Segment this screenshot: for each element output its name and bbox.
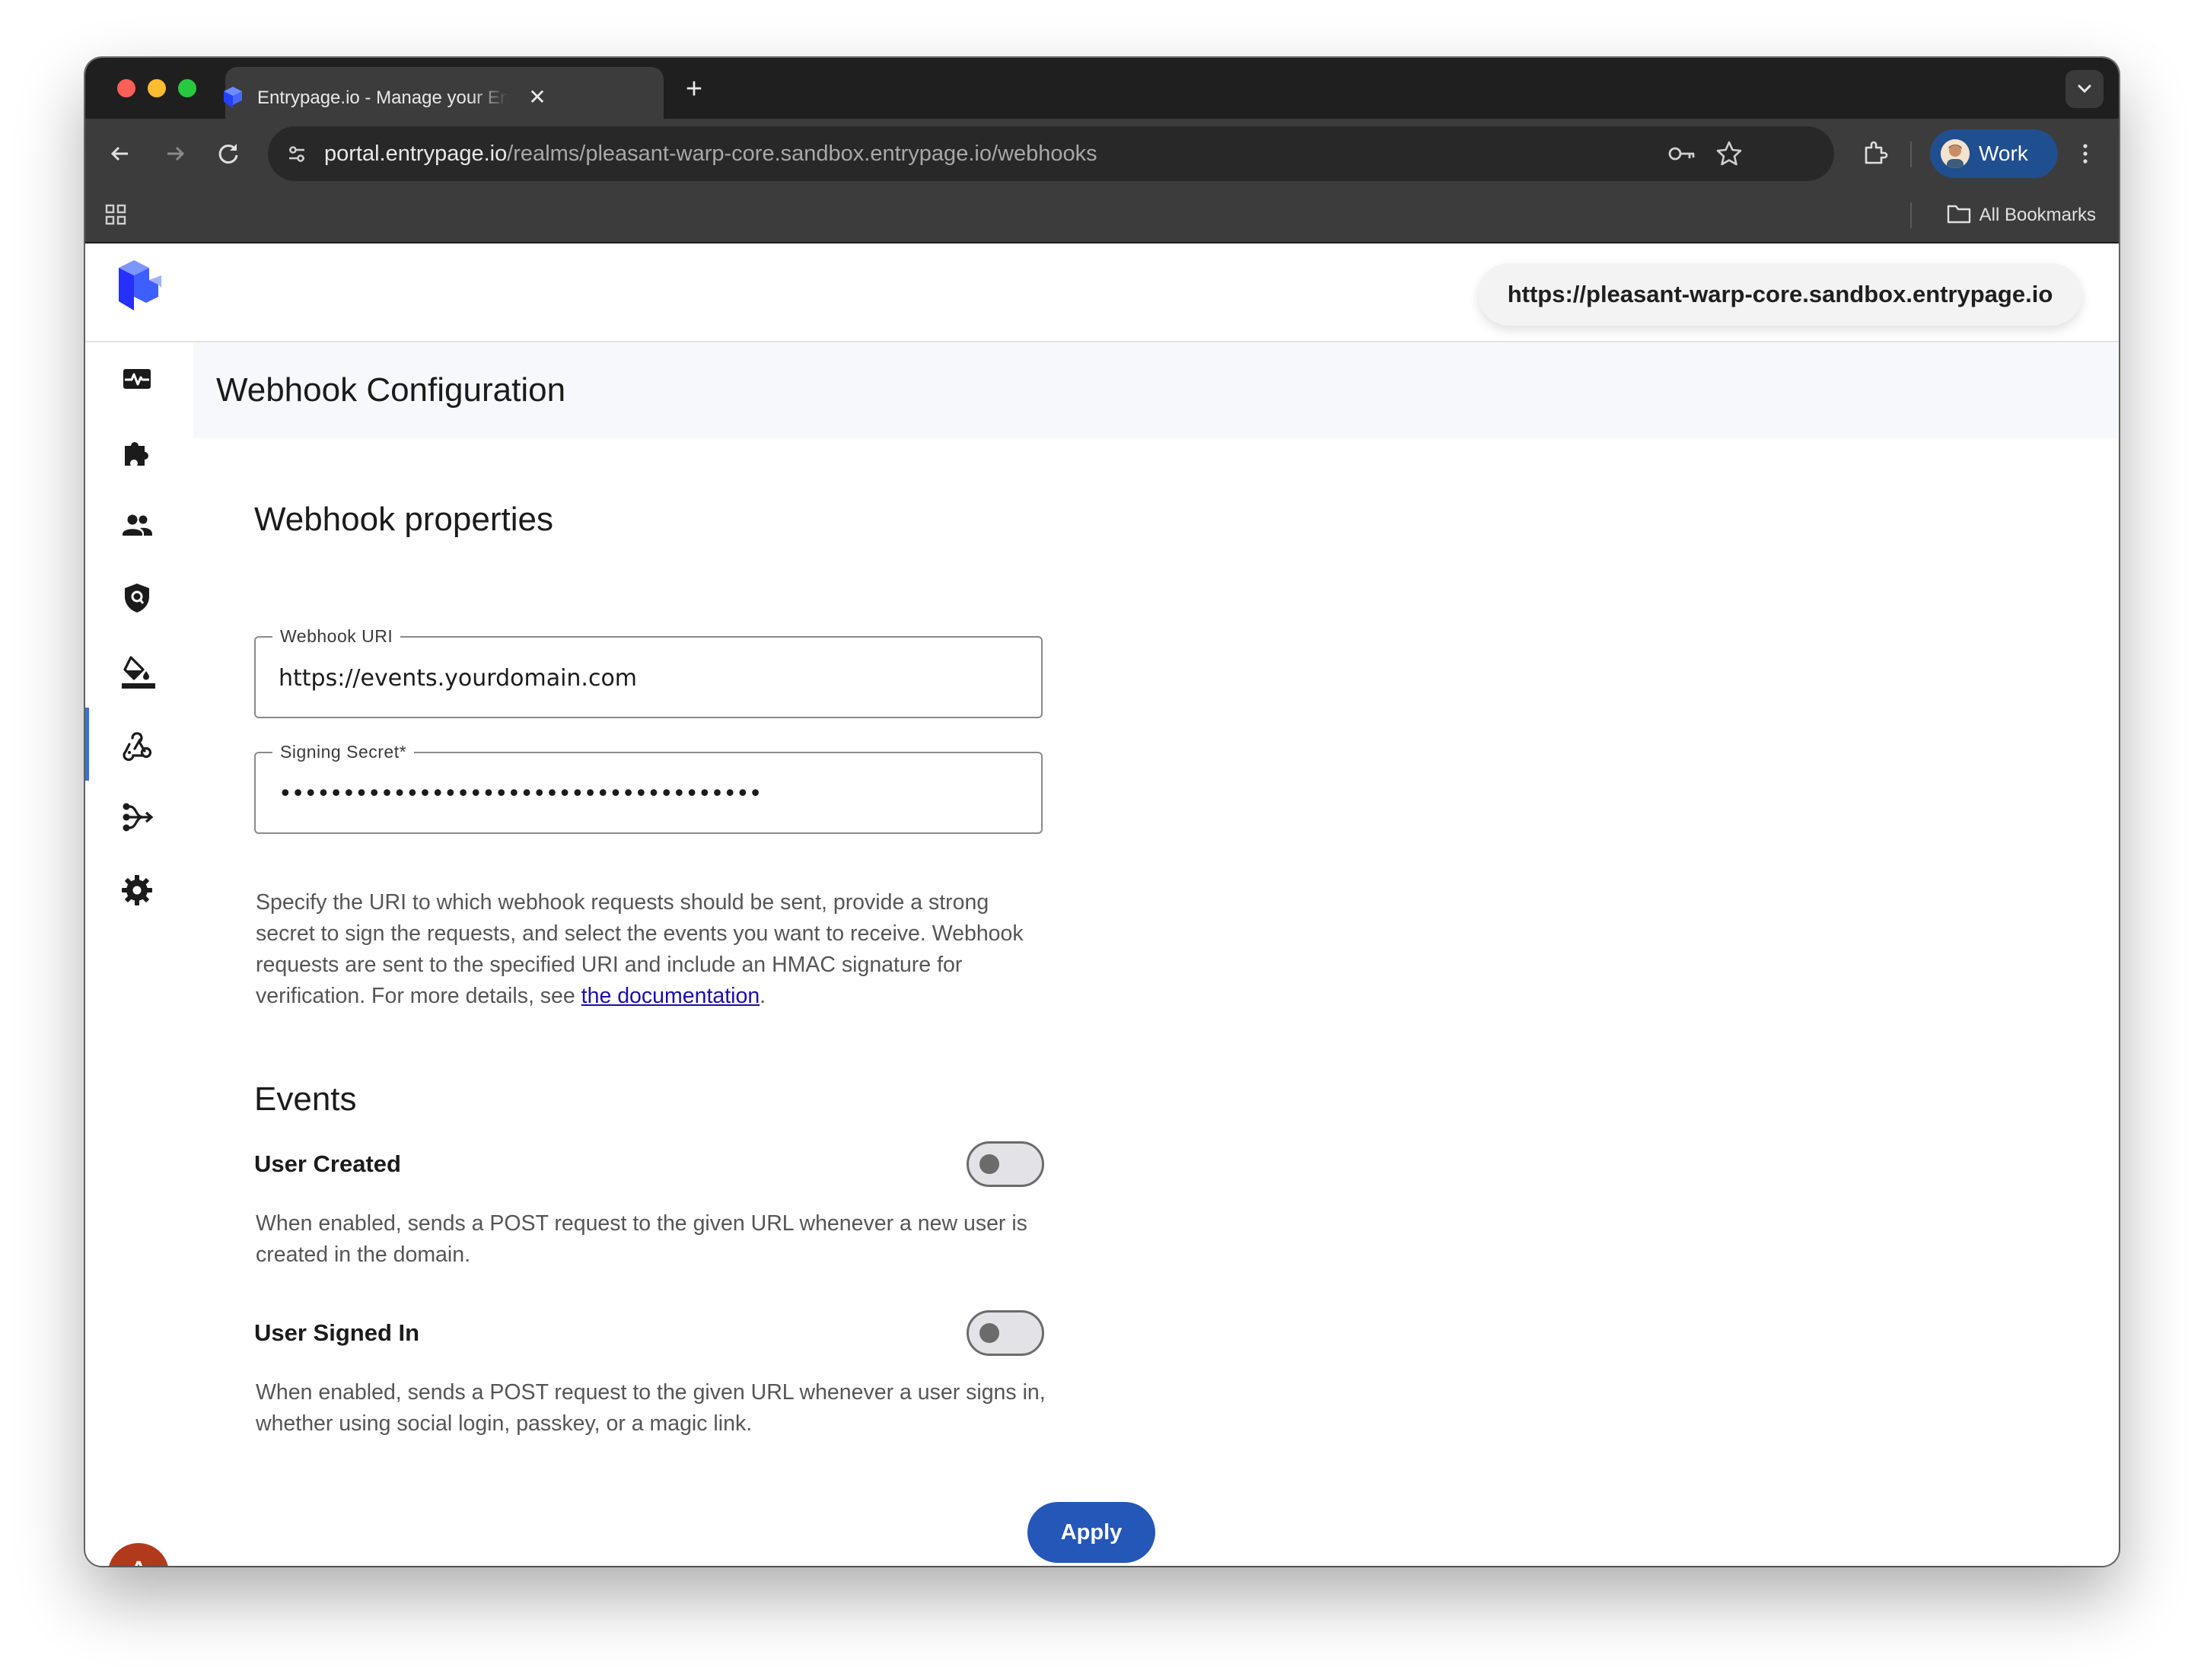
- all-bookmarks-button[interactable]: All Bookmarks: [1946, 202, 2096, 228]
- signing-secret-input[interactable]: [279, 776, 1009, 811]
- reload-icon: [218, 144, 238, 164]
- url-host: portal.entrypage.io: [324, 142, 508, 166]
- webhook-uri-label: Webhook URI: [272, 624, 401, 648]
- sidebar-item-settings[interactable]: [85, 854, 192, 927]
- folder-icon: [1947, 205, 1970, 224]
- browser-window: Entrypage.io - Manage your Entrypage ✕ +: [85, 58, 2119, 1566]
- webhook-description: Specify the URI to which webhook request…: [256, 887, 1047, 1012]
- extensions-icon: [1865, 141, 1888, 164]
- webhook-uri-field[interactable]: Webhook URI: [254, 624, 1043, 718]
- sidebar-item-flows[interactable]: [85, 781, 192, 854]
- sidebar-item-security[interactable]: [85, 562, 192, 635]
- page-title-bar: Webhook Configuration: [193, 342, 2119, 438]
- browser-toolbar: portal.entrypage.io/realms/pleasant-warp…: [85, 119, 2119, 189]
- events-heading: Events: [254, 1080, 357, 1118]
- webhook-properties-heading: Webhook properties: [254, 501, 553, 538]
- apps-grid-icon[interactable]: [102, 201, 129, 228]
- app-header: https://pleasant-warp-core.sandbox.entry…: [85, 243, 2119, 342]
- webhook-icon: [123, 732, 152, 761]
- site-settings-icon[interactable]: [283, 140, 311, 167]
- sidebar-nav: [85, 342, 192, 1566]
- documentation-link[interactable]: the documentation: [581, 984, 760, 1008]
- sidebar-item-users[interactable]: [85, 488, 192, 562]
- user-created-toggle[interactable]: [967, 1141, 1044, 1187]
- flow-icon: [123, 803, 154, 832]
- gear-icon: [122, 875, 152, 905]
- realm-url-chip[interactable]: https://pleasant-warp-core.sandbox.entry…: [1478, 263, 2082, 326]
- sidebar-item-monitoring[interactable]: [85, 342, 192, 415]
- shield-icon: [125, 584, 149, 612]
- more-icon: [2083, 144, 2088, 164]
- forward-icon: [167, 146, 185, 161]
- users-icon: [123, 514, 152, 536]
- user-signed-in-toggle[interactable]: [967, 1310, 1044, 1356]
- apply-button[interactable]: Apply: [1027, 1502, 1155, 1563]
- puzzle-icon: [125, 442, 148, 466]
- bookmarks-divider: [1910, 202, 1912, 228]
- address-bar[interactable]: portal.entrypage.io/realms/pleasant-warp…: [268, 126, 1834, 181]
- password-key-icon[interactable]: [1667, 140, 1697, 167]
- entrypage-logo[interactable]: [108, 257, 172, 325]
- webhook-uri-input[interactable]: [279, 660, 1009, 695]
- toolbar-divider: [1910, 142, 1912, 167]
- entrypage-logo-icon: [119, 260, 161, 310]
- pulse-icon: [123, 369, 151, 389]
- bookmarks-bar: All Bookmarks: [85, 189, 2119, 243]
- paint-bucket-icon: [122, 656, 155, 689]
- browser-menu-button[interactable]: [2069, 137, 2102, 170]
- toggle-knob: [979, 1323, 999, 1343]
- signing-secret-field[interactable]: Signing Secret*: [254, 740, 1043, 834]
- event-title-user-created: User Created: [254, 1150, 401, 1177]
- tab-title: Entrypage.io - Manage your Entrypage: [257, 88, 508, 108]
- tab-strip: Entrypage.io - Manage your Entrypage ✕ +: [85, 58, 2119, 119]
- sidebar-item-integrations[interactable]: [85, 415, 192, 488]
- forward-button[interactable]: [158, 137, 192, 170]
- new-tab-button[interactable]: +: [679, 75, 709, 105]
- maximize-window-button[interactable]: [178, 79, 196, 97]
- star-icon[interactable]: [1714, 138, 1744, 169]
- minimize-window-button[interactable]: [148, 79, 166, 97]
- toggle-knob: [979, 1154, 999, 1174]
- event-description-user-created: When enabled, sends a POST request to th…: [256, 1211, 1027, 1267]
- profile-button[interactable]: Work: [1930, 129, 2058, 178]
- signing-secret-label: Signing Secret*: [272, 740, 415, 764]
- event-title-user-signed-in: User Signed In: [254, 1319, 420, 1346]
- extensions-button[interactable]: [1858, 137, 1892, 170]
- close-window-button[interactable]: [117, 79, 135, 97]
- profile-label: Work: [1979, 142, 2028, 165]
- entrypage-favicon-icon: [221, 85, 245, 113]
- chevron-down-icon: [2078, 84, 2091, 94]
- url-text: portal.entrypage.io/realms/pleasant-warp…: [324, 140, 1097, 167]
- tab-close-icon[interactable]: ✕: [524, 84, 551, 111]
- tab-search-button[interactable]: [2065, 70, 2104, 108]
- browser-tab[interactable]: Entrypage.io - Manage your Entrypage ✕: [224, 67, 664, 119]
- sidebar-item-branding[interactable]: [85, 635, 192, 708]
- event-description-user-signed-in: When enabled, sends a POST request to th…: [256, 1380, 1046, 1436]
- reload-button[interactable]: [212, 137, 245, 170]
- page-title: Webhook Configuration: [216, 371, 566, 409]
- back-button[interactable]: [104, 137, 137, 170]
- all-bookmarks-label: All Bookmarks: [1979, 205, 2096, 225]
- url-path: /realms/pleasant-warp-core.sandbox.entry…: [507, 142, 1097, 166]
- profile-avatar: [1941, 139, 1970, 168]
- webhook-description-end: .: [760, 984, 766, 1008]
- web-page: https://pleasant-warp-core.sandbox.entry…: [85, 243, 2119, 1566]
- back-icon: [110, 146, 128, 161]
- sidebar-item-webhooks[interactable]: [85, 708, 192, 781]
